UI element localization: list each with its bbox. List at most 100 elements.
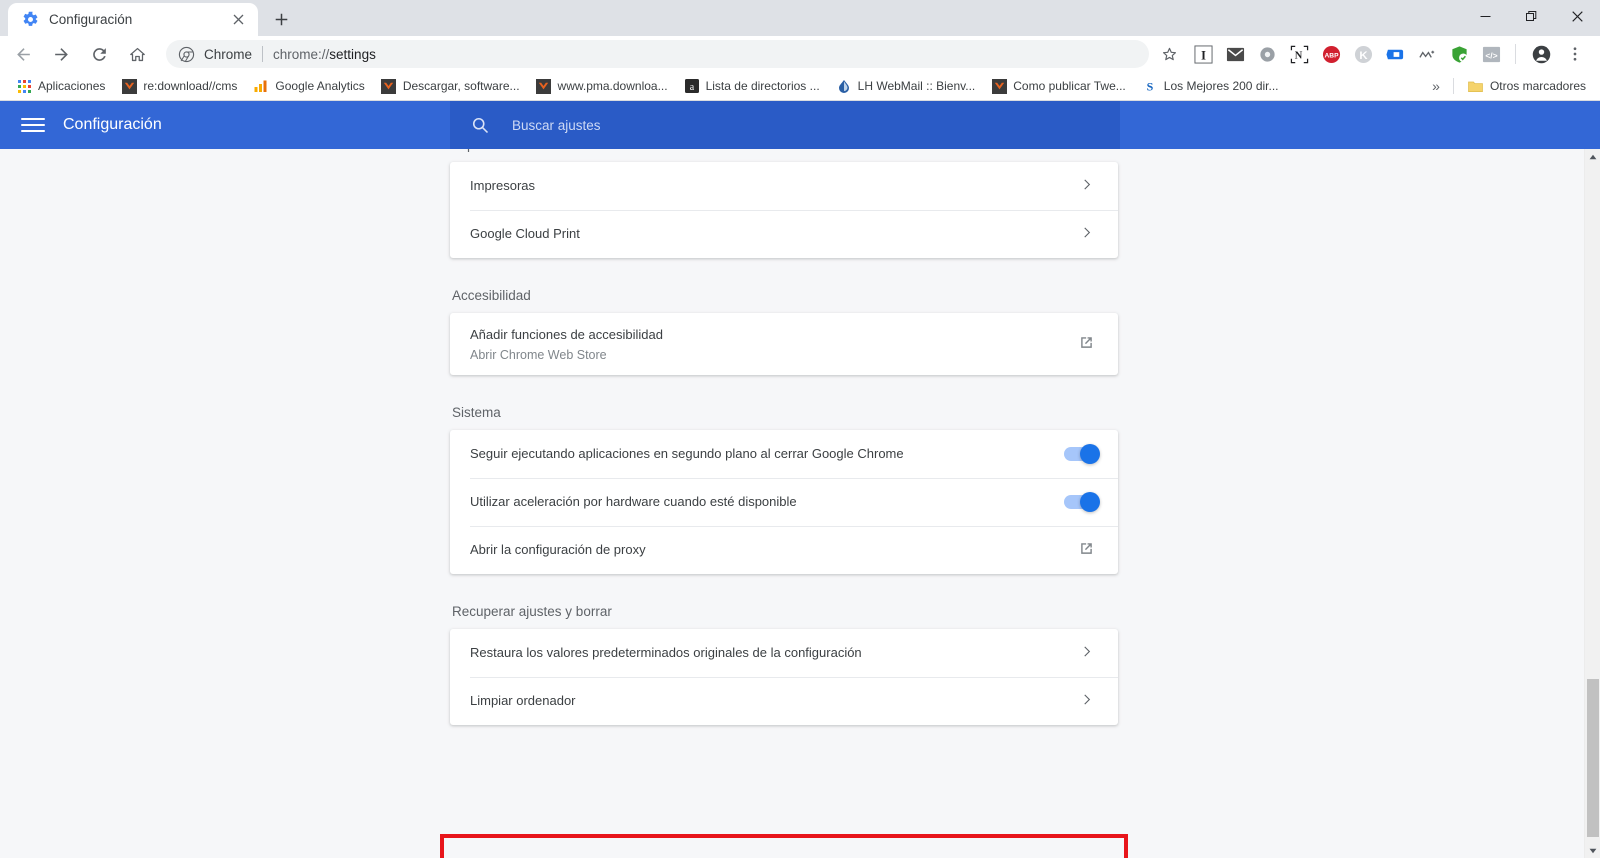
home-button[interactable] <box>122 39 152 69</box>
section-title: Recuperar ajustes y borrar <box>452 604 612 619</box>
row-text: Impresoras <box>470 177 1078 196</box>
plus-icon <box>275 13 287 25</box>
row-label: Limpiar ordenador <box>470 692 576 708</box>
settings-row-impresoras[interactable]: Impresoras <box>450 162 1118 210</box>
settings-header-wrap: Configuración Buscar ajustes <box>0 101 1600 149</box>
settings-row-aceleracion-hardware[interactable]: Utilizar aceleración por hardware cuando… <box>450 478 1118 526</box>
bookmark-item-lista-de-directorios[interactable]: a Lista de directorios ... <box>676 75 828 97</box>
svg-text:a: a <box>689 82 694 93</box>
close-x-icon <box>233 14 243 25</box>
settings-row-restaurar-valores-predeterminados[interactable]: Restaura los valores predeterminados ori… <box>450 629 1118 677</box>
back-button[interactable] <box>8 39 38 69</box>
chevron-icon <box>1084 646 1091 657</box>
chevron-right-icon <box>1078 691 1098 711</box>
scrollbar-up-arrow[interactable] <box>1585 149 1600 165</box>
external-link-icon <box>1078 540 1098 560</box>
svg-text:N: N <box>1294 50 1302 61</box>
forward-button[interactable] <box>46 39 76 69</box>
blue-card-extension-icon[interactable] <box>1382 41 1408 67</box>
hamburger-line <box>21 118 45 120</box>
bookmark-item-lh-webmail[interactable]: LH WebMail :: Bienv... <box>828 75 984 97</box>
settings-page-title: Configuración <box>63 116 162 133</box>
chrome-menu-button[interactable] <box>1561 40 1589 68</box>
bookmark-item-redownload-cms[interactable]: re:download//cms <box>113 75 245 97</box>
grid-dots-icon <box>17 79 31 93</box>
new-tab-button[interactable] <box>266 4 296 34</box>
firefox-bookmark-icon <box>381 78 397 94</box>
settings-row-limpiar-ordenador[interactable]: Limpiar ordenador <box>450 677 1118 725</box>
bookmark-item-mejores-200-directorios[interactable]: S Los Mejores 200 dir... <box>1134 75 1287 97</box>
chevron-icon <box>1084 227 1091 238</box>
row-label: Impresoras <box>470 177 536 193</box>
bookmarks-overflow-button[interactable]: » <box>1425 75 1447 97</box>
movistar-extension-icon[interactable] <box>1414 41 1440 67</box>
code-extension-icon[interactable]: </> <box>1478 41 1504 67</box>
row-text: Google Cloud Print <box>470 225 1078 244</box>
row-text: Restaura los valores predeterminados ori… <box>470 644 1078 663</box>
settings-header: Configuración Buscar ajustes <box>0 101 1120 149</box>
row-text: Añadir funciones de accesibilidad Abrir … <box>470 326 1078 362</box>
kaspersky-extension-icon[interactable]: K <box>1350 41 1376 67</box>
reload-icon <box>92 47 106 61</box>
toggle-hardware-acceleration[interactable] <box>1064 492 1100 512</box>
settings-row-configuracion-proxy[interactable]: Abrir la configuración de proxy <box>450 526 1118 574</box>
abp-stop-sign-icon: ABP <box>1322 45 1340 63</box>
settings-row-google-cloud-print[interactable]: Google Cloud Print <box>450 210 1118 258</box>
bookmark-label: www.pma.downloa... <box>557 79 668 93</box>
chrome-logo-icon <box>178 46 195 62</box>
row-text: Abrir la configuración de proxy <box>470 541 1078 560</box>
bookmark-folder-otros-marcadores[interactable]: Otros marcadores <box>1460 75 1594 97</box>
section-imprimir: Imprimir Impresoras Google Cloud Print <box>450 149 1118 258</box>
bookmarks-divider <box>1452 78 1454 94</box>
window-maximize-button[interactable] <box>1508 0 1554 32</box>
scrollbar-thumb[interactable] <box>1587 679 1599 837</box>
bookmark-label: Los Mejores 200 dir... <box>1163 79 1279 93</box>
row-label: Abrir la configuración de proxy <box>470 541 646 557</box>
settings-search-input[interactable]: Buscar ajustes <box>450 101 1120 149</box>
bookmark-label: Lista de directorios ... <box>705 79 820 93</box>
settings-row-seguir-ejecutando-apps[interactable]: Seguir ejecutando aplicaciones en segund… <box>450 430 1118 478</box>
person-circle-icon <box>1532 45 1550 63</box>
reload-button[interactable] <box>84 39 114 69</box>
letter-m-envelope-icon <box>1226 47 1244 61</box>
bookmark-label: Descargar, software... <box>402 79 520 93</box>
apache-letter-icon: a <box>684 78 700 94</box>
m-plus-icon <box>1418 50 1434 58</box>
window-close-button[interactable] <box>1554 0 1600 32</box>
toggle-background-apps[interactable] <box>1064 444 1100 464</box>
orange-fox-icon <box>536 78 552 94</box>
letter-i-icon: I <box>1193 44 1213 64</box>
gmail-extension-icon[interactable] <box>1222 41 1248 67</box>
page-scrollbar[interactable] <box>1584 149 1600 858</box>
tab-close-icon[interactable] <box>228 10 248 30</box>
settings-header-filler <box>1120 101 1600 149</box>
external-link-icon <box>1078 334 1098 354</box>
arrow-left-icon <box>16 47 30 61</box>
bookmark-item-pma-download[interactable]: www.pma.downloa... <box>528 75 676 97</box>
window-minimize-button[interactable] <box>1462 0 1508 32</box>
gear-extension-icon[interactable] <box>1254 41 1280 67</box>
section-accesibilidad: Accesibilidad Añadir funciones de accesi… <box>450 288 1118 375</box>
row-text: Utilizar aceleración por hardware cuando… <box>470 493 1064 512</box>
close-window-icon <box>1571 10 1583 22</box>
shield-check-extension-icon[interactable] <box>1446 41 1472 67</box>
settings-row-anadir-funciones-accesibilidad[interactable]: Añadir funciones de accesibilidad Abrir … <box>450 313 1118 375</box>
bookmark-item-como-publicar-tweets[interactable]: Como publicar Twe... <box>983 75 1134 97</box>
triangle-up-icon <box>1589 154 1597 160</box>
bookmark-item-google-analytics[interactable]: Google Analytics <box>245 75 372 97</box>
browser-tab-configuracion[interactable]: Configuración <box>8 3 258 36</box>
bookmark-item-aplicaciones[interactable]: Aplicaciones <box>8 75 113 97</box>
profile-avatar-icon[interactable] <box>1527 40 1555 68</box>
settings-content-area: Imprimir Impresoras Google Cloud Print <box>0 149 1600 858</box>
bookmark-item-descargar-software[interactable]: Descargar, software... <box>373 75 528 97</box>
chevron-right-icon <box>1078 224 1098 244</box>
address-bar[interactable]: Chrome chrome://settings <box>166 40 1149 68</box>
blue-s-icon: S <box>1142 79 1157 93</box>
notebook-clipper-extension-icon[interactable]: N <box>1286 41 1312 67</box>
hamburger-menu-icon[interactable] <box>21 113 45 137</box>
instapaper-extension-icon[interactable]: I <box>1190 41 1216 67</box>
scrollbar-down-arrow[interactable] <box>1585 843 1600 858</box>
row-label: Google Cloud Print <box>470 225 580 241</box>
bookmark-star-icon[interactable] <box>1155 40 1183 68</box>
adblock-plus-extension-icon[interactable]: ABP <box>1318 41 1344 67</box>
